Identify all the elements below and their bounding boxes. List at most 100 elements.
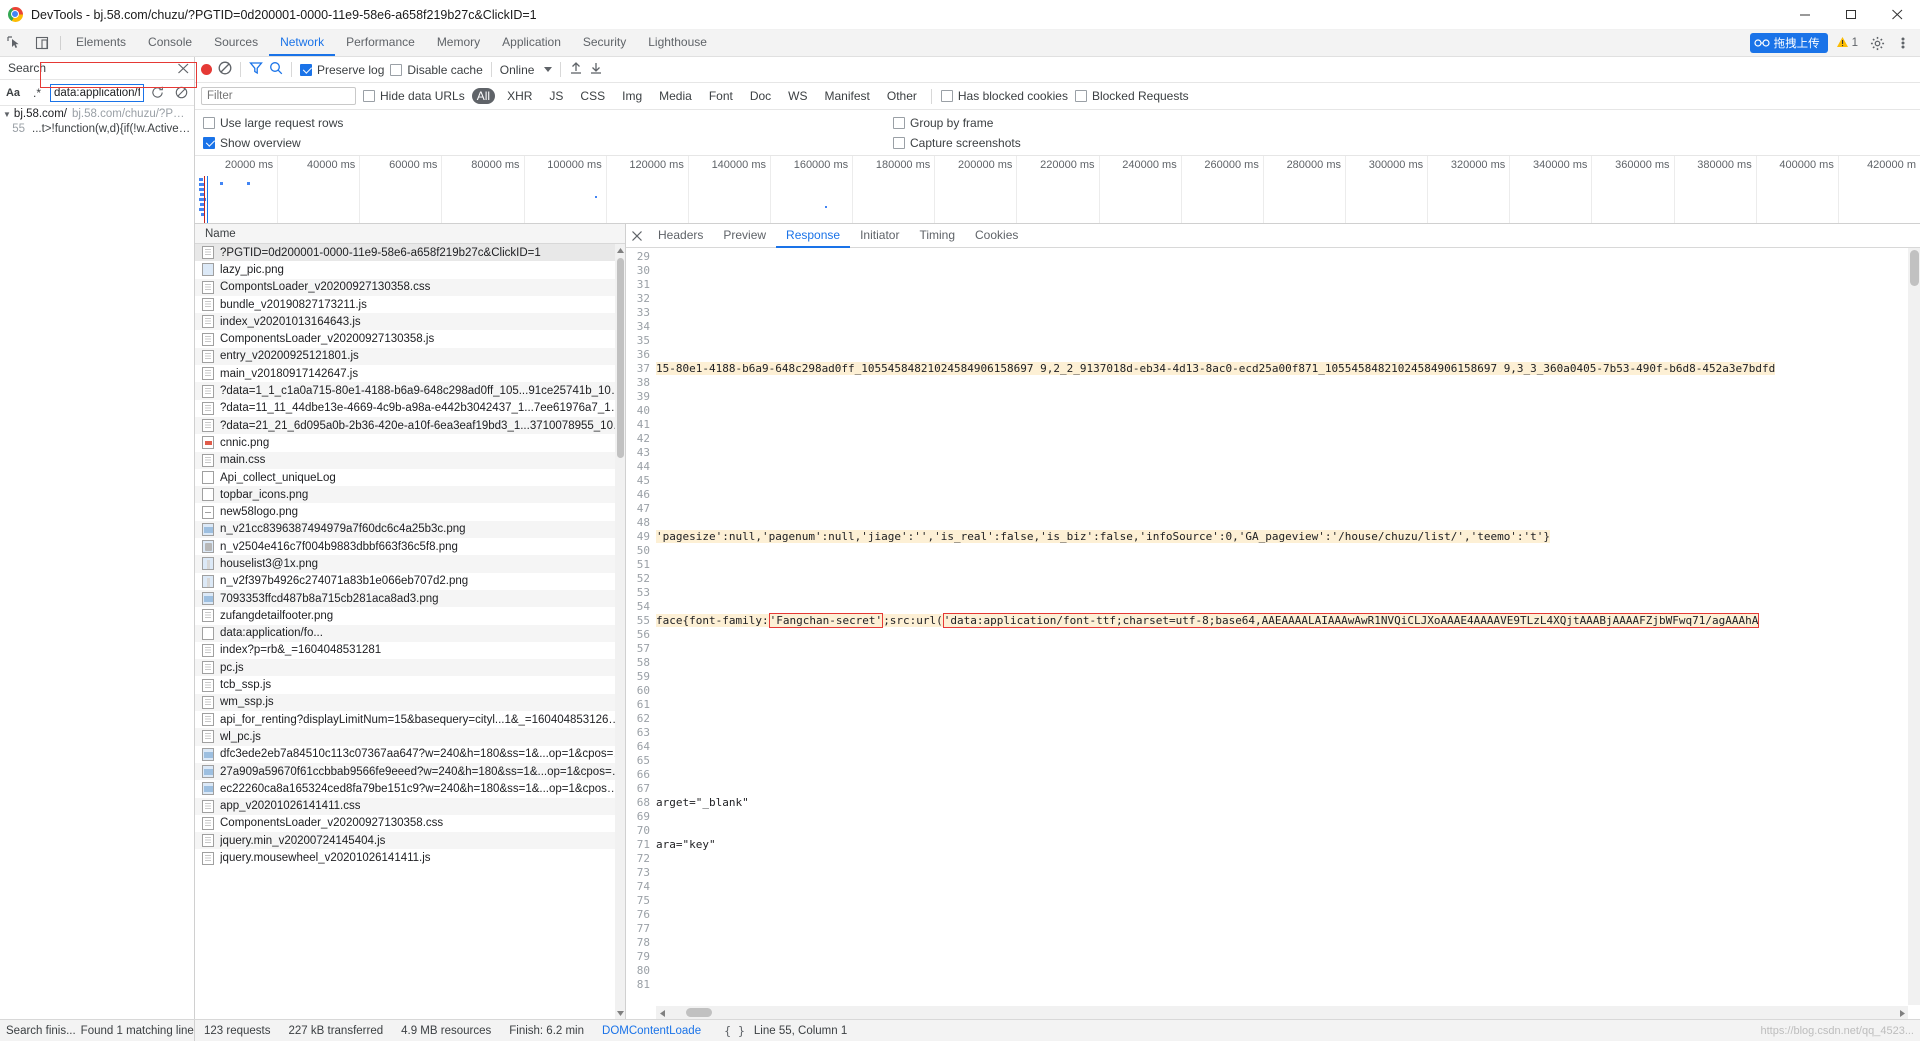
filter-funnel-icon[interactable]	[249, 61, 263, 78]
tab-network[interactable]: Network	[269, 30, 336, 56]
request-list-scrollbar[interactable]	[615, 244, 625, 1019]
table-row[interactable]: ComponentsLoader_v20200927130358.css	[195, 815, 625, 832]
table-row[interactable]: cnnic.png	[195, 434, 625, 451]
table-row[interactable]: ec22260ca8a165324ced8fa79be151c9?w=240&h…	[195, 780, 625, 797]
close-icon[interactable]	[626, 230, 648, 241]
clear-network-icon[interactable]	[218, 61, 232, 78]
table-row[interactable]: CompontsLoader_v20200927130358.css	[195, 278, 625, 296]
export-har-icon[interactable]	[589, 61, 603, 78]
table-row[interactable]: wl_pc.js	[195, 728, 625, 746]
table-row[interactable]: main.css	[195, 451, 625, 469]
tab-memory[interactable]: Memory	[426, 30, 491, 56]
blocked-requests-checkbox[interactable]: Blocked Requests	[1074, 89, 1189, 103]
table-row[interactable]: 7093353ffcd487b8a715cb281aca8ad3.png	[195, 589, 625, 608]
tab-timing[interactable]: Timing	[909, 224, 965, 248]
table-row[interactable]: jquery.mousewheel_v20201026141411.js	[195, 849, 625, 866]
regex-button[interactable]: .*	[26, 83, 48, 103]
response-horizontal-scrollbar[interactable]	[656, 1006, 1908, 1019]
tab-sources[interactable]: Sources	[203, 30, 269, 56]
request-list-header[interactable]: Name	[195, 224, 625, 244]
filter-type-css[interactable]: CSS	[575, 88, 610, 104]
table-row[interactable]: pc.js	[195, 659, 625, 677]
tab-performance[interactable]: Performance	[335, 30, 426, 56]
request-list-body[interactable]: ?PGTID=0d200001-0000-11e9-58e6-a658f219b…	[195, 244, 625, 1019]
refresh-icon[interactable]	[146, 83, 168, 103]
device-toolbar-icon[interactable]	[28, 30, 56, 56]
table-row[interactable]: bundle_v20190827173211.js	[195, 296, 625, 313]
chevron-down-icon[interactable]: ▼	[3, 110, 11, 119]
filter-type-ws[interactable]: WS	[783, 88, 812, 104]
tab-initiator[interactable]: Initiator	[850, 224, 909, 248]
search-icon[interactable]	[269, 61, 283, 78]
table-row[interactable]: ?data=21_21_6d095a0b-2b36-420e-a10f-6ea3…	[195, 416, 625, 435]
table-row[interactable]: n_v2f397b4926c274071a83b1e066eb707d2.png	[195, 573, 625, 590]
table-row[interactable]: data:application/fo...	[195, 624, 625, 642]
capture-screenshots-checkbox[interactable]: Capture screenshots	[893, 136, 1021, 150]
minimize-icon[interactable]	[1782, 0, 1828, 30]
close-icon[interactable]	[172, 57, 194, 79]
filter-type-doc[interactable]: Doc	[745, 88, 776, 104]
network-overview[interactable]: 20000 ms 40000 ms 60000 ms 80000 ms 100000 m…	[195, 156, 1920, 224]
filter-type-all[interactable]: All	[471, 88, 496, 104]
record-stop-icon[interactable]	[201, 64, 212, 75]
scrollbar-thumb[interactable]	[1910, 250, 1919, 286]
table-row[interactable]: new58logo.png	[195, 503, 625, 520]
table-row[interactable]: 27a909a59670f61ccbbab9566fe9eeed?w=240&h…	[195, 762, 625, 781]
scroll-left-arrow-icon[interactable]	[658, 1008, 666, 1018]
clear-icon[interactable]	[170, 83, 192, 103]
table-row[interactable]: ?data=11_11_44dbe13e-4669-4c9b-a98a-e442…	[195, 400, 625, 417]
table-row[interactable]: ComponentsLoader_v20200927130358.js	[195, 330, 625, 347]
tab-response[interactable]: Response	[776, 224, 851, 248]
disable-cache-checkbox[interactable]: Disable cache	[390, 63, 483, 77]
tab-headers[interactable]: Headers	[648, 224, 713, 248]
kebab-menu-icon[interactable]	[1892, 32, 1914, 54]
table-row[interactable]: ?PGTID=0d200001-0000-11e9-58e6-a658f219b…	[195, 244, 625, 262]
table-row[interactable]: jquery.min_v20200724145404.js	[195, 832, 625, 850]
pretty-print-icon[interactable]: { }	[724, 1024, 745, 1038]
filter-type-manifest[interactable]: Manifest	[820, 88, 875, 104]
close-icon[interactable]	[1874, 0, 1920, 30]
table-row[interactable]: dfc3ede2eb7a84510c113c07367aa647?w=240&h…	[195, 746, 625, 763]
table-row[interactable]: houselist3@1x.png	[195, 555, 625, 573]
table-row[interactable]: wm_ssp.js	[195, 693, 625, 712]
filter-type-media[interactable]: Media	[654, 88, 697, 104]
table-row[interactable]: index?p=rb&_=1604048531281	[195, 642, 625, 659]
filter-input[interactable]	[201, 87, 356, 105]
tab-security[interactable]: Security	[572, 30, 637, 56]
gear-icon[interactable]	[1866, 32, 1888, 54]
scroll-up-arrow-icon[interactable]	[616, 245, 624, 255]
scroll-down-arrow-icon[interactable]	[616, 1008, 624, 1018]
table-row[interactable]: main_v20180917142647.js	[195, 365, 625, 382]
scroll-right-arrow-icon[interactable]	[1898, 1008, 1906, 1018]
group-by-frame-checkbox[interactable]: Group by frame	[893, 116, 1021, 130]
table-row[interactable]: Api_collect_uniqueLog	[195, 469, 625, 486]
match-case-button[interactable]: Aa	[2, 83, 24, 103]
tab-lighthouse[interactable]: Lighthouse	[637, 30, 718, 56]
scrollbar-thumb[interactable]	[617, 258, 624, 458]
show-overview-checkbox[interactable]: Show overview	[203, 136, 893, 150]
search-result-group[interactable]: ▼ bj.58.com/ bj.58.com/chuzu/?PGTID=...	[0, 106, 194, 122]
scrollbar-thumb[interactable]	[686, 1008, 712, 1017]
table-row[interactable]: entry_v20200925121801.js	[195, 347, 625, 366]
hide-data-urls-checkbox[interactable]: Hide data URLs	[363, 89, 465, 103]
filter-type-font[interactable]: Font	[704, 88, 738, 104]
tab-cookies[interactable]: Cookies	[965, 224, 1028, 248]
has-blocked-cookies-checkbox[interactable]: Has blocked cookies	[940, 89, 1068, 103]
table-row[interactable]: n_v21cc8396387494979a7f60dc6c4a25b3c.png	[195, 520, 625, 539]
filter-type-img[interactable]: Img	[617, 88, 647, 104]
tab-console[interactable]: Console	[137, 30, 203, 56]
table-row[interactable]: topbar_icons.png	[195, 486, 625, 504]
filter-type-xhr[interactable]: XHR	[502, 88, 537, 104]
response-code[interactable]: 15-80e1-4188-b6a9-648c298ad0ff_105545848…	[656, 248, 1920, 1019]
filter-type-js[interactable]: JS	[544, 88, 568, 104]
search-input[interactable]	[50, 83, 144, 102]
drag-upload-button[interactable]: 拖拽上传	[1749, 33, 1828, 53]
throttle-select[interactable]: Online	[500, 63, 553, 77]
tab-application[interactable]: Application	[491, 30, 572, 56]
preserve-log-checkbox[interactable]: Preserve log	[300, 63, 384, 77]
overview-timeline[interactable]: 20000 ms 40000 ms 60000 ms 80000 ms 100000 m…	[195, 156, 1920, 223]
warning-badge[interactable]: 1	[1832, 36, 1862, 51]
search-result-line[interactable]: 55 ...t>!function(w,d){if(!w.ActiveXObje…	[0, 122, 194, 136]
table-row[interactable]: index_v20201013164643.js	[195, 313, 625, 331]
use-large-request-rows-checkbox[interactable]: Use large request rows	[203, 116, 893, 130]
